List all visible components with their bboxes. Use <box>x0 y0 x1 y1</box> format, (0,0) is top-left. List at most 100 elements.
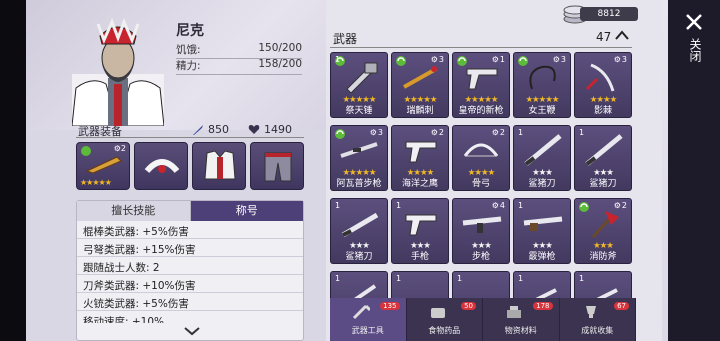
screen-edge <box>0 0 26 341</box>
weapon-icon <box>85 156 122 174</box>
weapon-name: 鲨猪刀 <box>589 179 617 189</box>
heart-icon <box>248 125 260 134</box>
sword-icon <box>193 124 203 135</box>
weapon-name: 霰弹枪 <box>528 252 556 262</box>
attack-value: 850 <box>208 123 229 136</box>
weapon-name: 祭天锤 <box>345 106 373 116</box>
weapon-name: 瑞麟刺 <box>406 106 434 116</box>
tab-food[interactable]: 50 食物药品 <box>406 298 483 341</box>
energy-value: 158/200 <box>258 58 302 70</box>
armor-icon <box>204 150 236 180</box>
equip-slot-weapon[interactable]: ⚙2 ★★★★★ <box>76 142 130 190</box>
hunger-label: 饥饿: <box>176 44 201 56</box>
weapon-cell[interactable]: ⚙ 1 ★★★★★ 皇帝的新枪 <box>452 52 510 118</box>
weapon-cell[interactable]: 1 ★★★ 鲨猪刀 <box>574 125 632 191</box>
weapon-cell[interactable]: ⚙ 2 ★★★ 消防斧 <box>574 198 632 264</box>
trophy-icon <box>585 306 596 318</box>
skills-tabs: 擅长技能 称号 <box>77 201 303 221</box>
weapons-divider <box>330 47 632 48</box>
weapon-name: 女王鞭 <box>528 106 556 116</box>
weapon-name: 海洋之鹰 <box>401 179 438 189</box>
weapon-icon <box>585 63 615 92</box>
weapon-icon <box>523 216 563 231</box>
category-tabs: 135 武器工具 50 食物药品 178 物资材料 67 成就收集 <box>330 298 636 341</box>
skill-row: 火铳类武器: +5%伤害 <box>77 293 303 311</box>
energy-stat: 精力: 158/200 <box>176 58 302 75</box>
weapon-cell[interactable]: ⚙ 2 ★★★★ 骨弓 <box>452 125 510 191</box>
weapon-name: 影棘 <box>593 106 612 116</box>
tab-titles[interactable]: 称号 <box>190 201 303 221</box>
weapon-cell[interactable]: ⚙ 3 ★★★★ 影棘 <box>574 52 632 118</box>
tab-label: 武器工具 <box>351 326 384 335</box>
weapon-icon <box>591 211 619 239</box>
weapon-icon <box>529 65 556 90</box>
weapon-name: 阿瓦普步枪 <box>336 179 382 189</box>
hunger-stat: 饥饿: 150/200 <box>176 42 302 59</box>
weapon-name: 手枪 <box>410 252 429 262</box>
weapon-name: 鲨猪刀 <box>528 179 556 189</box>
weapon-icon <box>463 143 499 157</box>
skills-panel: 擅长技能 称号 棍棒类武器: +5%伤害 弓弩类武器: +15%伤害 跟随战士人… <box>76 200 304 341</box>
close-button[interactable]: 关闭 <box>684 38 704 62</box>
weapon-icon <box>346 62 378 93</box>
skill-row: 棍棒类武器: +5%伤害 <box>77 221 303 239</box>
close-icon[interactable] <box>684 12 704 32</box>
weapon-cell[interactable]: 1 ★★★ 霰弹枪 <box>513 198 571 264</box>
slot-count: ⚙2 <box>113 144 126 153</box>
weapon-cell[interactable]: ⚙ 3 ★★★★★ 瑞麟刺 <box>391 52 449 118</box>
weapon-cell[interactable]: 1 ★★★★★ 祭天锤 <box>330 52 388 118</box>
weapon-icon <box>405 214 437 236</box>
skill-row: 弓弩类武器: +15%伤害 <box>77 239 303 257</box>
weapon-cell[interactable]: ⚙ 3 ★★★★★ 阿瓦普步枪 <box>330 125 388 191</box>
weapon-name: 骨弓 <box>471 179 490 189</box>
energy-label: 精力: <box>176 60 201 72</box>
skill-row: 移动速度: +10% <box>83 316 165 323</box>
weapon-cell[interactable]: ⚙ 3 ★★★★★ 女王鞭 <box>513 52 571 118</box>
weapon-cell[interactable]: 1 ★★★ 鲨猪刀 <box>513 125 571 191</box>
weapon-icon <box>466 68 498 90</box>
weapon-name: 鲨猪刀 <box>345 252 373 262</box>
weapon-name: 皇帝的新枪 <box>458 106 504 116</box>
hunger-value: 150/200 <box>258 42 302 54</box>
weapon-icon <box>340 142 378 158</box>
tab-label: 成就收集 <box>581 326 614 335</box>
weapon-cell[interactable]: 1 ★★★ 手枪 <box>391 198 449 264</box>
weapon-icon <box>524 134 562 166</box>
weapons-count: 47 <box>596 30 612 44</box>
equip-slot-accessory[interactable] <box>134 142 188 190</box>
chevron-down-icon[interactable] <box>183 326 201 336</box>
currency-amount: 8812 <box>580 7 638 21</box>
food-icon <box>430 308 445 318</box>
chevron-up-icon[interactable] <box>614 29 630 41</box>
weapon-cell[interactable]: ⚙ 4 ★★★ 步枪 <box>452 198 510 264</box>
weapon-icon <box>585 134 623 166</box>
weapon-icon <box>403 66 437 89</box>
tab-badge: 135 <box>380 302 400 310</box>
health-value: 1490 <box>264 123 292 136</box>
weapon-tools-icon <box>352 304 370 320</box>
weapon-icon <box>405 141 437 163</box>
equipment-divider <box>76 137 304 138</box>
skill-row: 刀斧类武器: +10%伤害 <box>77 275 303 293</box>
accessory-icon <box>144 159 180 174</box>
equip-slot-pants[interactable] <box>250 142 304 190</box>
weapon-name: 消防斧 <box>589 252 617 262</box>
tab-badge: 67 <box>614 302 629 310</box>
tab-badge: 50 <box>461 302 476 310</box>
weapon-icon <box>341 212 379 238</box>
slot-stars: ★★★★★ <box>80 178 112 187</box>
character-portrait <box>72 18 164 126</box>
tab-label: 物资材料 <box>504 326 537 335</box>
tab-weapon-tools[interactable]: 135 武器工具 <box>330 298 407 341</box>
weapon-cell[interactable]: 1 ★★★ 鲨猪刀 <box>330 198 388 264</box>
weapon-cell[interactable]: ⚙ 2 ★★★★ 海洋之鹰 <box>391 125 449 191</box>
tab-skills[interactable]: 擅长技能 <box>77 201 191 221</box>
weapon-icon <box>462 216 502 233</box>
skill-row: 跟随战士人数: 2 <box>77 257 303 275</box>
equip-slot-armor[interactable] <box>192 142 246 190</box>
pants-icon <box>264 152 292 182</box>
weapons-title: 武器 <box>333 32 358 46</box>
tab-materials[interactable]: 178 物资材料 <box>483 298 560 341</box>
tab-label: 食物药品 <box>428 326 461 335</box>
tab-trophy[interactable]: 67 成就收集 <box>559 298 636 341</box>
